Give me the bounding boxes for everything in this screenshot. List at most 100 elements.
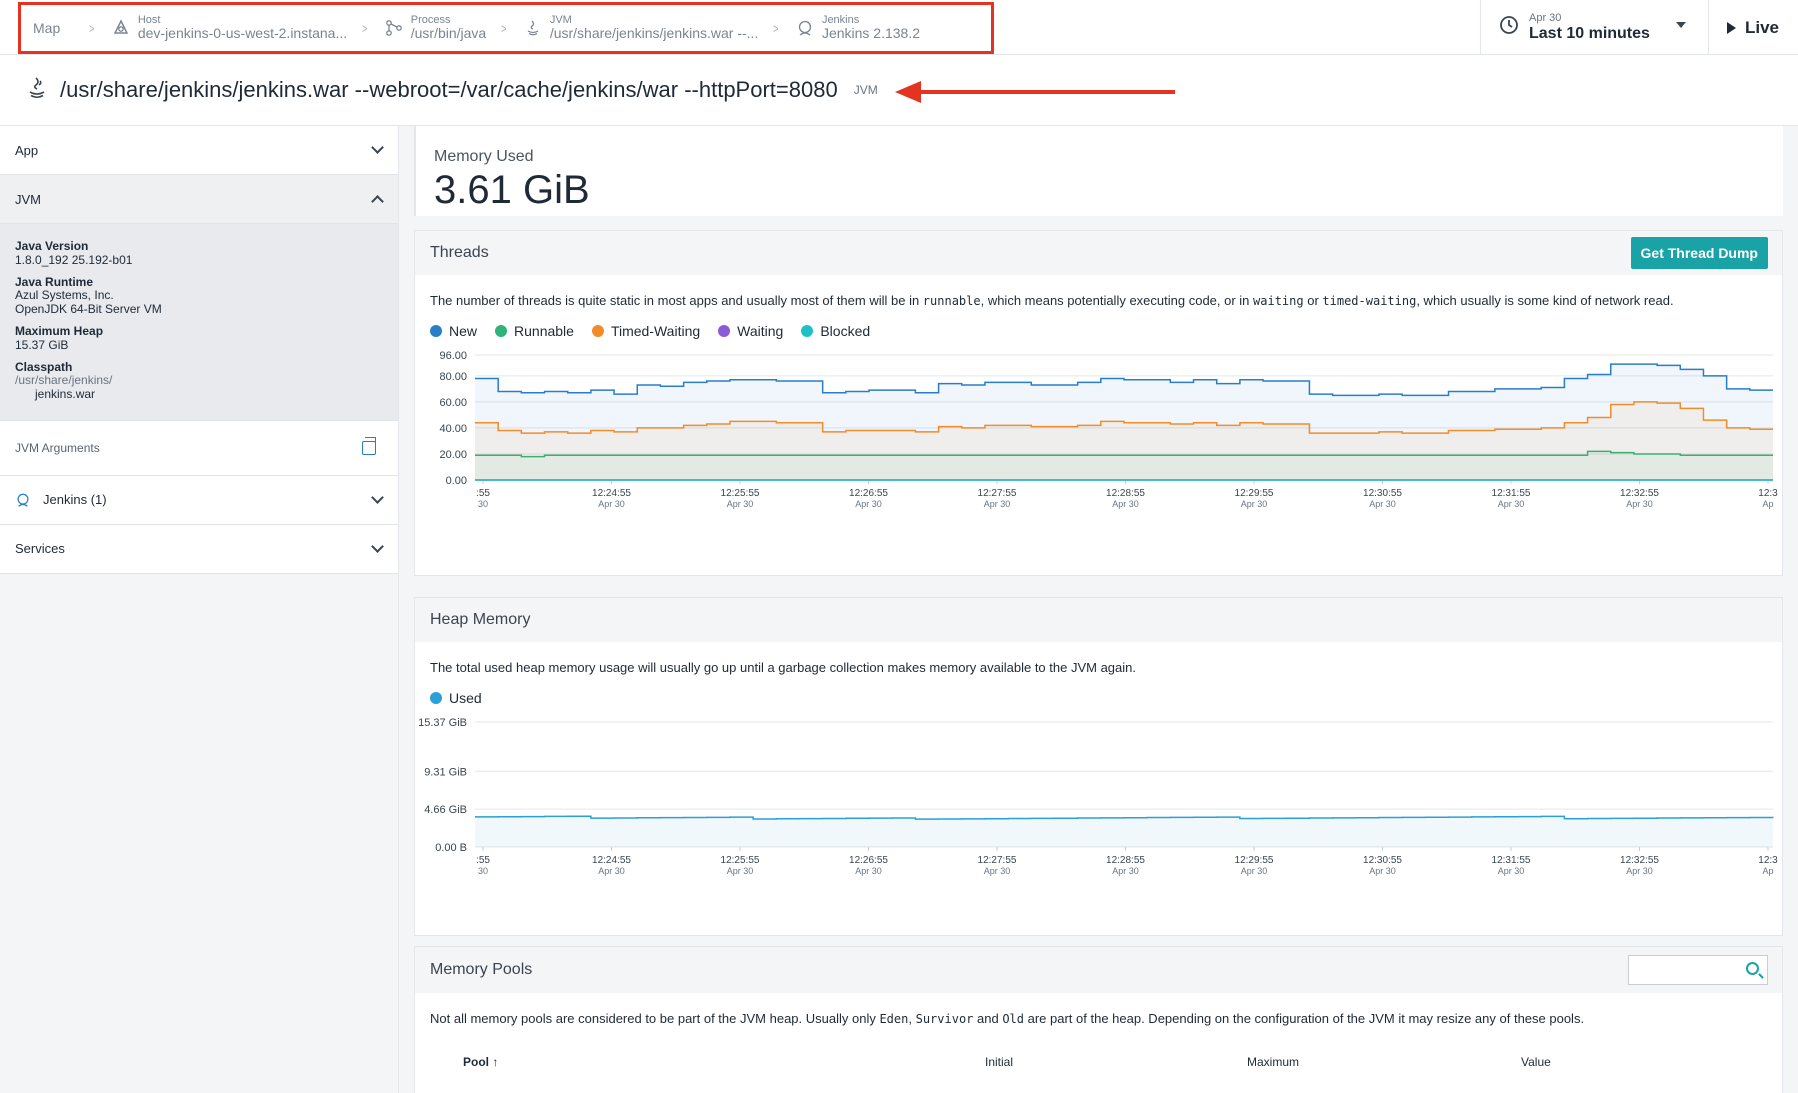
sidebar-item-services[interactable]: Services [0,524,398,574]
breadcrumb-process[interactable]: Process/usr/bin/java [383,14,486,41]
x-tick-label: 12:3 [1758,855,1778,866]
legend-item-timed-waiting[interactable]: Timed-Waiting [591,323,701,340]
x-tick-sublabel: Apr 30 [1112,866,1139,876]
x-tick-sublabel: Apr 30 [855,499,882,509]
memory-used-label: Memory Used [434,148,534,165]
x-tick-sublabel: Apr 30 [727,499,754,509]
jvm-details: Java Version 1.8.0_192 25.192-b01 Java R… [0,224,398,421]
x-tick-label: 12:25:55 [721,855,760,866]
x-tick-sublabel: Apr 30 [598,499,625,509]
threads-legend: New Runnable Timed-Waiting Waiting Block… [415,309,1782,339]
legend-item-runnable[interactable]: Runnable [495,323,574,339]
x-tick-sublabel: Apr 30 [1369,499,1396,509]
threads-panel-header: Threads Get Thread Dump [415,231,1782,275]
breadcrumb-host[interactable]: Host dev-jenkins-0-us-west-2.instana... [110,14,347,41]
desc-text: and [973,1011,1003,1026]
live-label: Live [1745,17,1780,37]
x-tick-sublabel: Ap [1762,499,1773,509]
chevron-up-icon [371,195,384,208]
sidebar-item-app[interactable]: App [0,126,398,175]
x-tick-sublabel: Apr 30 [1241,499,1268,509]
detail-key: Maximum Heap [15,323,104,338]
x-tick-label: 12:30:55 [1363,855,1402,866]
jvm-arguments-row[interactable]: JVM Arguments [0,420,398,476]
detail-key: Java Version [15,239,89,253]
code-survivor: Survivor [915,1012,974,1026]
memory-pools-panel: Memory Pools Not all memory pools are co… [414,946,1783,1093]
x-tick-label: 12:25:55 [721,488,760,499]
sidebar-item-jvm[interactable]: JVM [0,175,398,224]
x-tick-sublabel: Apr 30 [1241,866,1268,876]
code-old: Old [1002,1012,1024,1026]
x-tick-label: 12:24:55 [592,488,631,499]
column-header-pool[interactable]: Pool ↑ [463,1055,498,1069]
column-header-value[interactable]: Value [1521,1055,1551,1069]
x-tick-label: 12:3 [1758,488,1778,499]
heap-chart[interactable]: 15.37 GiB 9.31 GiB 4.66 GiB 0.00 B:5530 12:2… [415,712,1782,892]
sort-up-icon: ↑ [492,1055,499,1070]
legend-dot [718,325,731,338]
heap-title: Heap Memory [430,611,531,628]
breadcrumb-map[interactable]: Map [33,20,60,36]
top-bar: Map > Host dev-jenkins-0-us-west-2.instan… [0,0,1798,55]
pools-search-input[interactable] [1628,955,1768,985]
sidebar-item-label: Services [15,541,65,557]
detail-value: OpenJDK 64-Bit Server VM [15,302,162,317]
sidebar: App JVM Java Version 1.8.0_192 25.192-b0… [0,126,399,1093]
time-picker-date: Apr 30 [1529,11,1562,24]
y-tick-label: 80.00 [439,371,467,383]
x-tick-sublabel: Apr 30 [1112,499,1139,509]
heap-panel-header: Heap Memory [415,598,1782,642]
time-picker[interactable]: Apr 30 Last 10 minutes [1480,0,1708,55]
x-tick-label: 12:28:55 [1106,488,1145,499]
chevron-right-icon: > [362,20,368,36]
threads-title: Threads [430,244,489,261]
code-waiting: waiting [1253,294,1304,308]
chevron-down-icon [371,141,384,154]
x-tick-sublabel: Apr 30 [855,866,882,876]
breadcrumb-jvm[interactable]: JVM/usr/share/jenkins/jenkins.war --... [522,14,759,42]
legend-label: Blocked [820,323,871,340]
detail-java-runtime: Java Runtime Azul Systems, Inc. OpenJDK … [15,275,383,317]
desc-text: , which usually is some kind of network … [1416,293,1674,308]
y-tick-label: 40.00 [439,423,467,435]
x-tick-label: 12:27:55 [978,488,1017,499]
x-tick-sublabel: Apr 30 [727,866,754,876]
java-icon [522,17,544,39]
legend-dot [430,325,442,338]
heap-memory-panel: Heap Memory The total used heap memory u… [414,597,1783,936]
legend-item-new[interactable]: New [430,323,477,339]
x-tick-sublabel: Apr 30 [1626,866,1653,876]
jenkins-icon [15,492,31,508]
legend-item-waiting[interactable]: Waiting [718,323,783,339]
legend-label: Timed-Waiting [610,323,701,340]
pools-panel-header: Memory Pools [415,947,1782,993]
breadcrumb-value: Jenkins 2.138.2 [821,25,921,42]
legend-item-used[interactable]: Used [430,690,482,706]
get-thread-dump-button[interactable]: Get Thread Dump [1630,237,1768,269]
detail-maximum-heap: Maximum Heap 15.37 GiB [15,323,383,353]
memory-used-card: Memory Used 3.61 GiB [414,126,1783,216]
breadcrumb-jenkins[interactable]: Jenkins Jenkins 2.138.2 [794,14,920,41]
desc-text: , which means potentially executing code… [980,293,1254,308]
x-tick-sublabel: Apr 30 [598,866,625,876]
legend-item-blocked[interactable]: Blocked [801,323,870,339]
detail-key: Classpath [15,359,73,374]
copy-icon[interactable] [362,436,376,455]
legend-dot [430,692,442,705]
column-header-initial[interactable]: Initial [985,1055,1013,1069]
breadcrumb-value: /usr/bin/java [410,25,487,42]
time-picker-range: Last 10 minutes [1529,24,1650,42]
x-tick-label: 12:27:55 [978,855,1017,866]
sidebar-item-jenkins[interactable]: Jenkins (1) [0,475,398,525]
threads-chart[interactable]: 96.00 80.00 60.00 40.00 20.00 0.00:5530 12:24:… [415,345,1782,525]
detail-classpath: Classpath /usr/share/jenkins/ jenkins.wa… [15,359,383,402]
column-label: Pool [463,1055,489,1070]
live-button[interactable]: Live [1708,0,1798,55]
breadcrumb-value: /usr/share/jenkins/jenkins.war --... [549,25,759,42]
legend-dot [591,325,604,338]
play-icon [1727,21,1736,34]
column-header-maximum[interactable]: Maximum [1247,1055,1299,1069]
y-tick-label: 0.00 B [435,842,467,854]
x-tick-label: 12:31:55 [1492,488,1531,499]
